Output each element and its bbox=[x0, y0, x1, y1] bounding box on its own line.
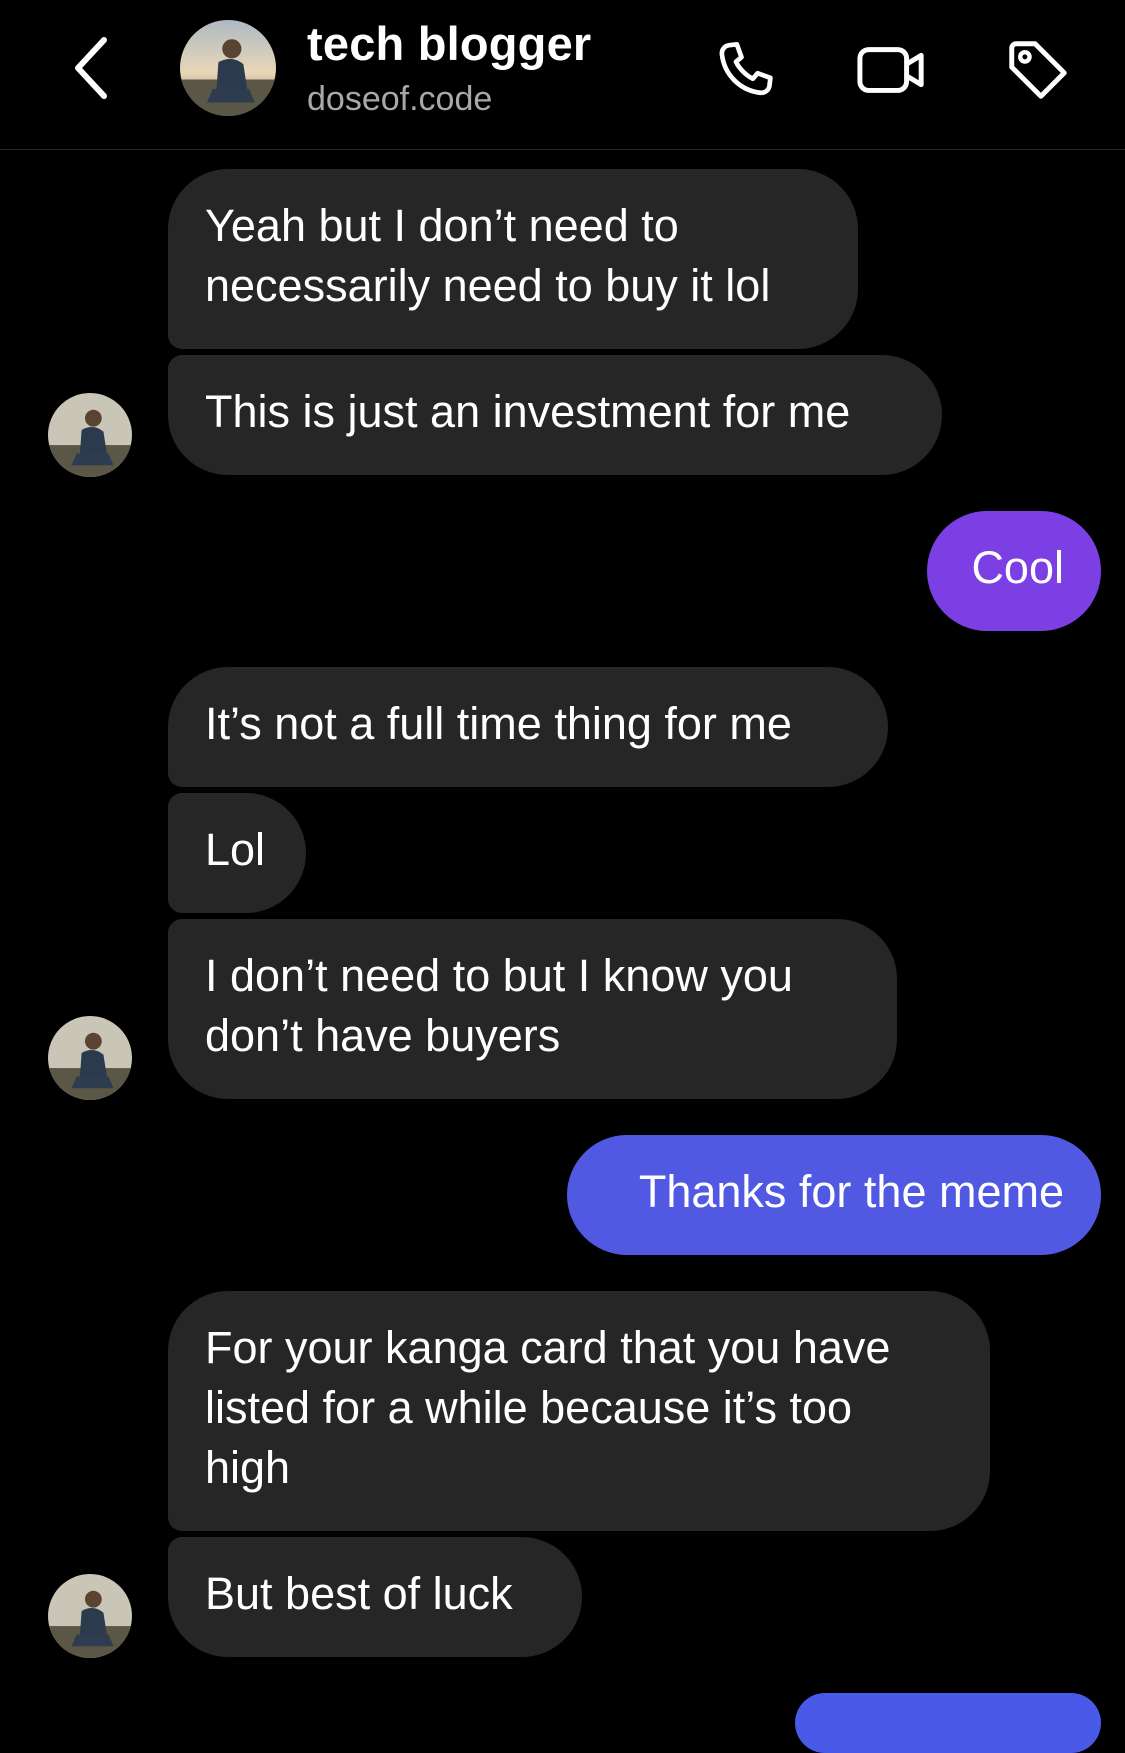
message-avatar[interactable] bbox=[48, 1016, 132, 1100]
header-avatar[interactable] bbox=[180, 20, 276, 116]
tag-icon bbox=[1009, 41, 1067, 99]
incoming-message[interactable]: Yeah but I don’t need to necessarily nee… bbox=[168, 169, 858, 349]
profile-photo bbox=[48, 1574, 132, 1658]
incoming-message[interactable]: It’s not a full time thing for me bbox=[168, 667, 888, 787]
incoming-message[interactable]: Lol bbox=[168, 793, 306, 913]
contact-handle: doseof.code bbox=[307, 80, 493, 118]
chat-header: tech blogger doseof.code bbox=[0, 0, 1125, 150]
phone-icon bbox=[719, 42, 773, 96]
video-camera-icon bbox=[857, 47, 924, 93]
profile-photo bbox=[48, 1016, 132, 1100]
outgoing-message[interactable]: Cool bbox=[927, 511, 1101, 631]
video-call-button[interactable] bbox=[852, 30, 932, 110]
incoming-message[interactable]: But best of luck bbox=[168, 1537, 582, 1657]
incoming-message[interactable]: For your kanga card that you have listed… bbox=[168, 1291, 990, 1531]
outgoing-message[interactable]: Thanks for the meme bbox=[567, 1135, 1101, 1255]
incoming-message[interactable]: This is just an investment for me bbox=[168, 355, 942, 475]
chevron-left-icon bbox=[75, 37, 107, 99]
profile-photo bbox=[180, 20, 276, 116]
message-avatar[interactable] bbox=[48, 1574, 132, 1658]
profile-photo bbox=[48, 393, 132, 477]
outgoing-message-partial[interactable] bbox=[795, 1693, 1101, 1753]
message-avatar[interactable] bbox=[48, 393, 132, 477]
tag-button[interactable] bbox=[998, 30, 1078, 110]
call-button[interactable] bbox=[705, 30, 785, 110]
contact-name[interactable]: tech blogger bbox=[307, 16, 591, 71]
incoming-message[interactable]: I don’t need to but I know you don’t hav… bbox=[168, 919, 897, 1099]
back-button[interactable] bbox=[62, 30, 122, 106]
